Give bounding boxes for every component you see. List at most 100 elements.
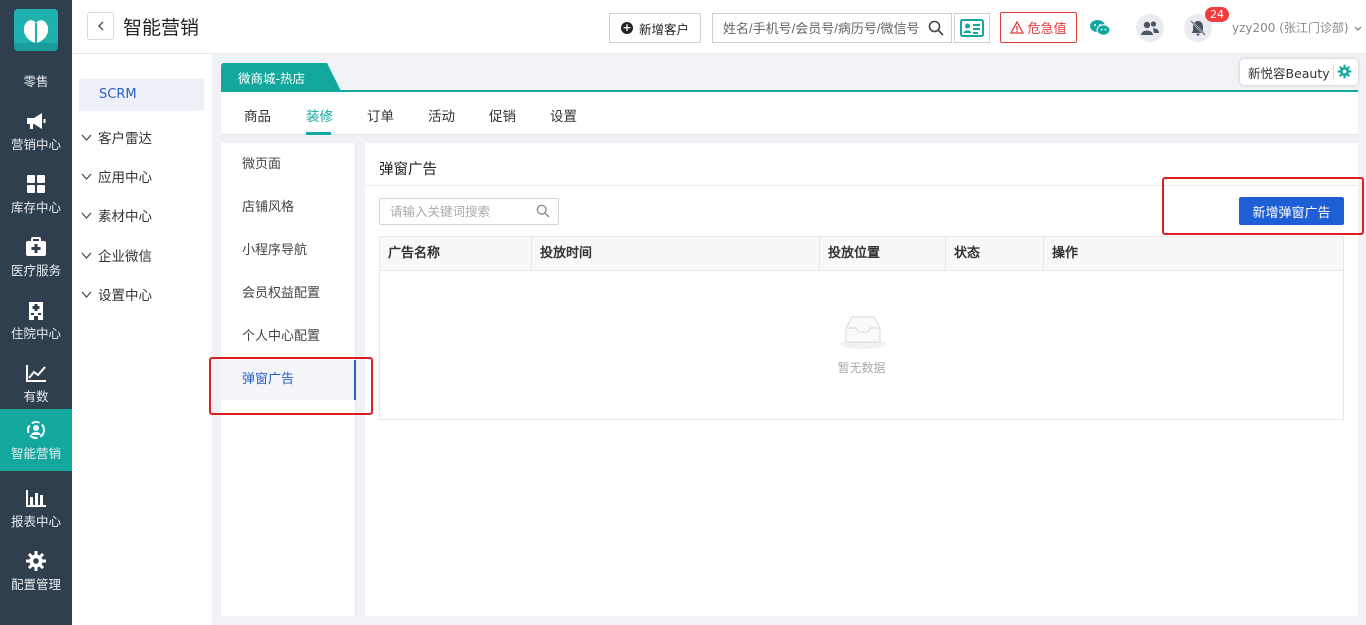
module-tabs: 商品 装修 订单 活动 促销 设置 — [221, 92, 1358, 135]
butterfly-logo-icon — [14, 9, 58, 51]
user-label: yzy200 (张江门诊部) — [1232, 21, 1349, 35]
nav-item-label: 有数 — [23, 388, 49, 404]
empty-inbox-icon — [840, 316, 886, 349]
chevron-down-icon — [81, 252, 92, 259]
gear-icon — [25, 550, 47, 572]
panel-title: 弹窗广告 — [379, 162, 437, 178]
tab-settings[interactable]: 设置 — [550, 105, 577, 125]
table-header: 广告名称 投放时间 投放位置 状态 操作 — [380, 237, 1343, 271]
nav-item-retail[interactable]: 零售 — [0, 54, 72, 92]
sidebar-group-enterprise-wechat[interactable]: 企业微信 — [81, 245, 152, 265]
nav-item-label: 报表中心 — [10, 513, 61, 529]
wechat-icon — [1090, 20, 1111, 36]
column-header-position: 投放位置 — [820, 237, 946, 271]
sidebar-group-material-center[interactable]: 素材中心 — [81, 205, 152, 225]
tab-products[interactable]: 商品 — [244, 105, 271, 125]
users-icon — [1141, 21, 1159, 35]
divider — [1333, 63, 1334, 81]
popup-ads-table: 广告名称 投放时间 投放位置 状态 操作 暂无数据 — [379, 236, 1344, 420]
nav-item-label: 住院中心 — [10, 325, 61, 341]
column-header-schedule: 投放时间 — [532, 237, 820, 271]
smart-marketing-icon — [25, 419, 47, 441]
nav-item-marketing-center[interactable]: 营销中心 — [0, 100, 72, 162]
nav-item-inpatient-center[interactable]: 住院中心 — [0, 289, 72, 351]
highlight-box-popup-ads-menu — [209, 357, 373, 415]
menu-item-micro-page[interactable]: 微页面 — [221, 145, 356, 185]
sidebar-group-label: 企业微信 — [98, 249, 152, 265]
chevron-down-icon — [81, 212, 92, 219]
keyword-search-input[interactable] — [380, 199, 530, 224]
grid-icon — [25, 173, 47, 195]
trend-icon — [25, 362, 47, 384]
sidebar-group-customer-radar[interactable]: 客户雷达 — [81, 127, 152, 147]
nav-item-label: 医疗服务 — [10, 262, 61, 278]
sidebar-item-scrm[interactable]: SCRM — [79, 79, 204, 111]
brand-selector[interactable]: 新悦容Beauty — [1240, 59, 1358, 85]
hospital-icon — [25, 299, 47, 321]
main-navigation: 零售 营销中心 库存中心 医疗服务 住院中心 有数 智能营销 报表中心 配置管理 — [0, 0, 72, 625]
global-search-input[interactable] — [713, 14, 923, 42]
empty-state-text: 暂无数据 — [837, 361, 886, 375]
sidebar-group-label: 客户雷达 — [98, 131, 152, 147]
nav-item-inventory-center[interactable]: 库存中心 — [0, 163, 72, 225]
search-icon[interactable] — [536, 204, 550, 222]
sidebar-group-settings-center[interactable]: 设置中心 — [81, 284, 152, 304]
nav-item-data-insight[interactable]: 有数 — [0, 352, 72, 414]
column-header-status: 状态 — [946, 237, 1044, 271]
menu-item-member-benefits[interactable]: 会员权益配置 — [221, 274, 356, 314]
chevron-left-icon — [97, 21, 104, 31]
megaphone-icon — [25, 110, 47, 132]
sidebar-group-app-center[interactable]: 应用中心 — [81, 166, 152, 186]
page-title: 智能营销 — [123, 17, 200, 39]
nav-item-medical-service[interactable]: 医疗服务 — [0, 226, 72, 288]
chevron-down-icon — [81, 134, 92, 141]
bell-off-icon — [1190, 20, 1206, 36]
store-tab-label: 微商城-热店 — [238, 71, 306, 86]
bar-chart-icon — [25, 487, 47, 509]
nav-item-config-management[interactable]: 配置管理 — [0, 540, 72, 602]
wechat-button[interactable] — [1086, 14, 1114, 42]
sidebar-group-label: 素材中心 — [98, 209, 152, 225]
tab-promotions[interactable]: 促销 — [489, 105, 516, 125]
menu-item-mini-program-nav[interactable]: 小程序导航 — [221, 231, 356, 271]
medkit-icon — [25, 236, 47, 258]
nav-item-smart-marketing[interactable]: 智能营销 — [0, 409, 72, 471]
chevron-down-icon — [81, 173, 92, 180]
tab-decoration[interactable]: 装修 — [306, 105, 333, 125]
back-button[interactable] — [87, 12, 114, 40]
active-tab-indicator — [306, 132, 331, 135]
nav-item-label: 零售 — [23, 74, 49, 89]
secondary-sidebar: SCRM 客户雷达 应用中心 素材中心 企业微信 设置中心 — [72, 54, 212, 625]
app-logo[interactable] — [14, 9, 58, 51]
critical-value-label: 危急值 — [1027, 22, 1067, 37]
nav-item-report-center[interactable]: 报表中心 — [0, 477, 72, 539]
id-card-button[interactable] — [954, 13, 990, 43]
plus-circle-icon: + — [620, 21, 633, 34]
nav-item-label: 库存中心 — [10, 199, 61, 215]
chevron-down-icon — [81, 291, 92, 298]
keyword-search — [379, 198, 559, 225]
new-customer-button[interactable]: + 新增客户 — [609, 13, 701, 43]
settings-gear-icon — [1337, 64, 1352, 79]
chevron-down-icon — [1354, 26, 1362, 31]
search-icon[interactable] — [928, 20, 944, 40]
highlight-box-add-button — [1162, 177, 1364, 235]
sidebar-group-label: 应用中心 — [98, 170, 152, 186]
brand-label: 新悦容Beauty — [1248, 65, 1330, 81]
column-header-actions: 操作 — [1052, 246, 1079, 261]
notification-badge: 24 — [1205, 7, 1229, 22]
warning-icon — [1010, 20, 1025, 34]
tab-orders[interactable]: 订单 — [367, 105, 394, 125]
tab-activities[interactable]: 活动 — [428, 105, 455, 125]
user-menu[interactable]: yzy200 (张江门诊部) — [1232, 19, 1362, 36]
new-customer-label: 新增客户 — [638, 21, 689, 37]
menu-item-store-style[interactable]: 店铺风格 — [221, 188, 356, 228]
global-search — [712, 13, 952, 43]
top-header: 智能营销 + 新增客户 危急值 24 yzy200 (张江门诊部) — [72, 0, 1366, 54]
critical-value-button[interactable]: 危急值 — [1000, 12, 1077, 43]
menu-item-personal-center[interactable]: 个人中心配置 — [221, 317, 356, 357]
users-button[interactable] — [1136, 14, 1164, 42]
column-header-ad-name: 广告名称 — [380, 237, 532, 271]
nav-item-label: 营销中心 — [10, 136, 61, 152]
sidebar-group-label: 设置中心 — [98, 288, 152, 304]
